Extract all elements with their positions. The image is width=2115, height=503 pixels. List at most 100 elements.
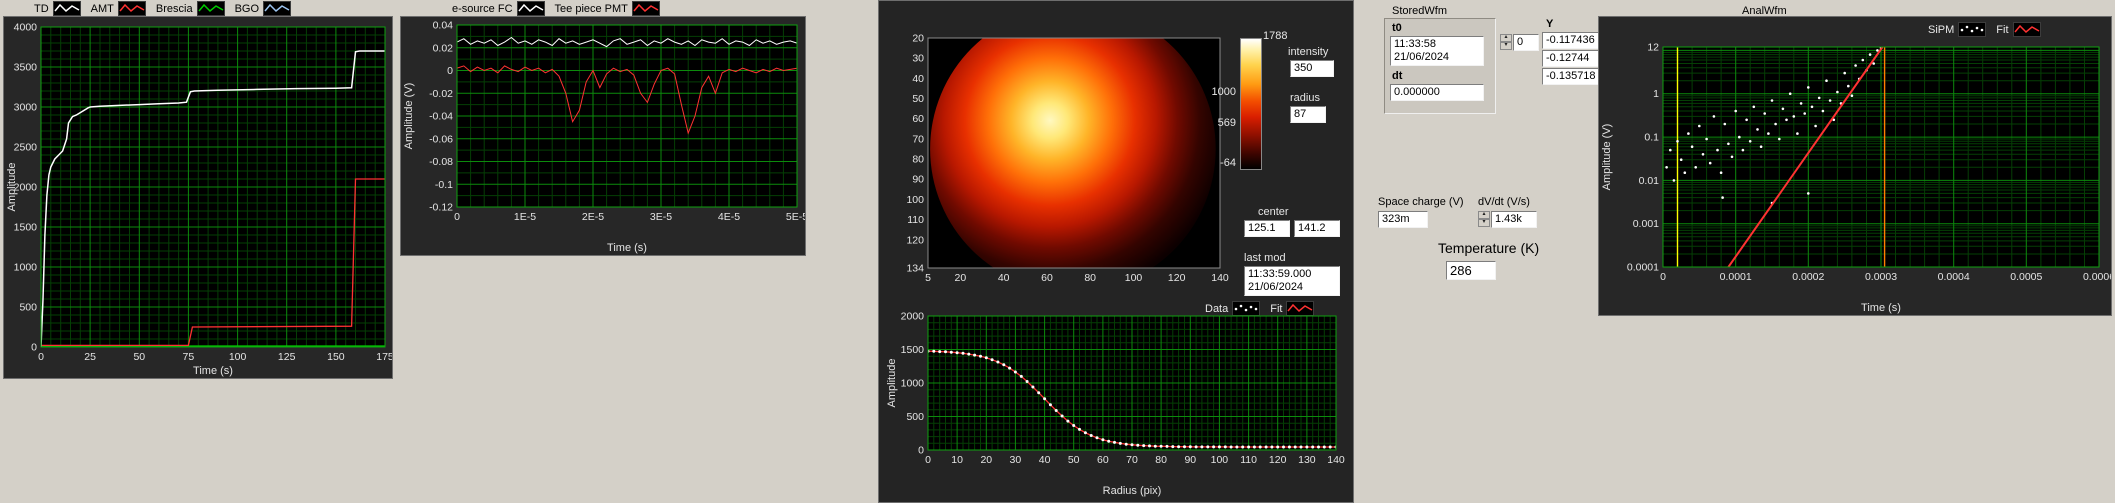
t0-value[interactable]: 11:33:58 21/06/2024	[1390, 36, 1484, 66]
temperature-value[interactable]: 286	[1446, 261, 1496, 280]
array-index-spinner[interactable]: ▴ ▾	[1500, 34, 1512, 51]
legend-label: Fit	[1996, 23, 2009, 36]
spinner-up-icon[interactable]: ▴	[1478, 211, 1490, 219]
svg-text:-0.06: -0.06	[429, 133, 453, 145]
svg-text:80: 80	[1084, 272, 1096, 284]
legend-label: TD	[34, 2, 49, 15]
svg-text:1000: 1000	[901, 378, 925, 390]
line-plot-icon	[196, 1, 225, 16]
spinner-up-icon[interactable]: ▴	[1500, 34, 1512, 42]
line-plot-icon	[117, 1, 146, 16]
svg-text:60: 60	[1097, 454, 1109, 466]
spinner-down-icon[interactable]: ▾	[1500, 42, 1512, 50]
color-scale-tick-569: 569	[1217, 117, 1236, 129]
legend-label: e-source FC	[452, 2, 513, 15]
lastmod-value: 11:33:59.000 21/06/2024	[1244, 266, 1340, 296]
svg-text:100: 100	[1125, 272, 1143, 284]
svg-text:140: 140	[1327, 454, 1345, 466]
svg-text:-0.12: -0.12	[429, 202, 453, 214]
dt-label: dt	[1392, 70, 1403, 82]
legend-item-td[interactable]: TD	[34, 1, 81, 16]
center-y-value[interactable]: 141.2	[1294, 220, 1340, 237]
array-element-1[interactable]: -0.12744	[1542, 50, 1604, 67]
svg-text:150: 150	[327, 351, 345, 363]
legend-item-amt[interactable]: AMT	[91, 1, 146, 16]
svg-text:120: 120	[1168, 272, 1186, 284]
legend-item-bgo[interactable]: BGO	[234, 1, 292, 16]
svg-text:130: 130	[1298, 454, 1316, 466]
color-scale[interactable]	[1240, 38, 1262, 170]
spinner-down-icon[interactable]: ▾	[1478, 219, 1490, 227]
svg-text:Amplitude (V): Amplitude (V)	[403, 83, 415, 150]
line-plot-icon	[2012, 22, 2041, 37]
svg-text:4E-5: 4E-5	[718, 211, 740, 223]
svg-text:-0.1: -0.1	[435, 179, 453, 191]
svg-text:20: 20	[980, 454, 992, 466]
dvdt-value[interactable]: 1.43k	[1491, 211, 1537, 228]
center-x-value[interactable]: 125.1	[1244, 220, 1290, 237]
svg-text:12: 12	[1647, 42, 1659, 54]
svg-text:-0.02: -0.02	[429, 88, 453, 100]
svg-text:0: 0	[454, 211, 460, 223]
svg-text:10: 10	[951, 454, 963, 466]
svg-text:20: 20	[912, 33, 924, 45]
svg-text:0.001: 0.001	[1633, 218, 1659, 230]
svg-text:100: 100	[229, 351, 247, 363]
legend-label: SiPM	[1928, 23, 1955, 36]
legend-item-tee-piece-pmt[interactable]: Tee piece PMT	[555, 1, 660, 16]
svg-text:110: 110	[907, 214, 924, 226]
svg-text:80: 80	[912, 154, 924, 166]
array-index-value[interactable]: 0	[1513, 34, 1539, 51]
space-charge-label: Space charge (V)	[1378, 196, 1464, 208]
svg-text:0.01: 0.01	[1639, 175, 1660, 187]
dt-value[interactable]: 0.000000	[1390, 84, 1484, 101]
td-chart-legend: TD AMT Brescia BGO	[34, 1, 292, 16]
legend-item-e-source-fc[interactable]: e-source FC	[452, 1, 545, 16]
svg-text:Amplitude: Amplitude	[886, 359, 898, 408]
space-charge-value[interactable]: 323m	[1378, 211, 1428, 228]
radius-value[interactable]: 87	[1290, 106, 1326, 123]
dvdt-label: dV/dt (V/s)	[1478, 196, 1530, 208]
svg-text:0: 0	[38, 351, 44, 363]
beam-intensity-graph[interactable]: 5 20 40 60 80 100 120 140 20 30 40 50 60 70 80 90 100 110…	[886, 22, 1232, 298]
svg-text:140: 140	[1211, 272, 1229, 284]
svg-text:Radius (pix): Radius (pix)	[1103, 485, 1162, 497]
legend-item-fit[interactable]: Fit	[1996, 22, 2041, 37]
analwfm-chart-panel: 00.00010.00020.00030.00040.00050.0006121…	[1598, 16, 2112, 316]
fc-pmt-chart[interactable]: 0 1E-5 2E-5 3E-5 4E-5 5E-5 0.04 0.02 0 -0.02 -0.04…	[401, 17, 805, 255]
legend-label: BGO	[234, 2, 260, 15]
line-plot-icon	[263, 1, 292, 16]
fc-chart-panel: 0 1E-5 2E-5 3E-5 4E-5 5E-5 0.04 0.02 0 -0.02 -0.04…	[400, 16, 806, 256]
td-amplitude-chart[interactable]: 0 25 50 75 100 125 150 175050010001500200025003…	[4, 17, 392, 378]
svg-text:50: 50	[1068, 454, 1080, 466]
line-plot-icon	[631, 1, 660, 16]
y-array-label: Y	[1546, 18, 1554, 30]
svg-text:5: 5	[925, 272, 931, 284]
analwfm-legend: SiPM Fit	[1928, 22, 2041, 37]
svg-text:120: 120	[1269, 454, 1287, 466]
legend-label: AMT	[90, 2, 114, 15]
svg-text:120: 120	[906, 234, 924, 246]
array-element-0[interactable]: -0.117436	[1542, 32, 1604, 49]
dvdt-spinner[interactable]: ▴ ▾	[1478, 211, 1490, 228]
svg-text:2E-5: 2E-5	[582, 211, 604, 223]
svg-text:Time (s): Time (s)	[607, 242, 647, 254]
svg-text:1500: 1500	[14, 222, 38, 234]
line-plot-icon	[52, 1, 81, 16]
radial-profile-chart[interactable]: 0 10 20 30 40 50 60 70 80 90 100 110 120 130 140 0 500 10…	[884, 302, 1348, 498]
labview-front-panel: TD AMT Brescia BGO 0 25 50 75 100 125 150 175 0 500 1…	[0, 0, 2115, 503]
svg-text:0.0004: 0.0004	[1938, 271, 1970, 283]
lastmod-date: 21/06/2024	[1248, 281, 1304, 293]
analwfm-chart[interactable]: 00.00010.00020.00030.00040.00050.0006121…	[1599, 17, 2111, 315]
svg-text:90: 90	[1184, 454, 1196, 466]
svg-text:Time (s): Time (s)	[1861, 302, 1901, 314]
array-element-2[interactable]: -0.135718	[1542, 68, 1604, 85]
intensity-value[interactable]: 350	[1290, 60, 1334, 77]
temperature-label: Temperature (K)	[1438, 240, 1540, 256]
svg-text:Amplitude (V): Amplitude (V)	[1601, 124, 1613, 191]
dots-plot-icon	[1958, 22, 1987, 37]
legend-item-brescia[interactable]: Brescia	[156, 1, 225, 16]
svg-text:-0.08: -0.08	[429, 156, 453, 168]
svg-text:0.1: 0.1	[1644, 132, 1659, 144]
legend-item-sipm[interactable]: SiPM	[1928, 22, 1987, 37]
